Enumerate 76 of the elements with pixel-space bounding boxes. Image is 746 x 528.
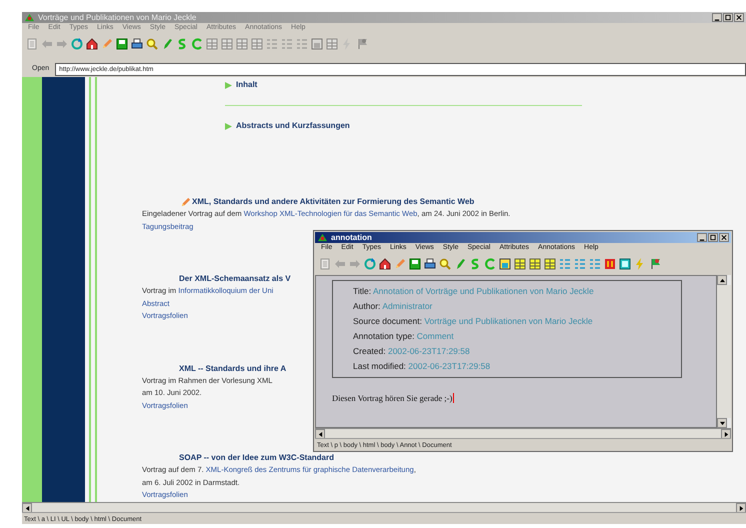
close-button[interactable] (734, 13, 744, 22)
pen-icon[interactable] (454, 258, 466, 270)
annotation-text: Diesen Vortrag hören Sie gerade ;-) (332, 392, 452, 405)
flag-icon[interactable] (356, 38, 368, 50)
nav-link[interactable]: Abstracts und Kurzfassungen (236, 120, 350, 132)
triangle-bullet-icon (225, 122, 232, 130)
metadata-row-text: Source document: Vorträge und Publikationen von Mario Jeckle (353, 315, 594, 328)
table-icon[interactable] (221, 38, 233, 50)
entry-title[interactable]: XML, Standards und andere Aktivitäten zur Formierung des Semantic Web (192, 196, 474, 208)
document-icon[interactable] (319, 258, 331, 270)
pen-icon[interactable] (161, 38, 173, 50)
right-arrow-icon[interactable] (56, 38, 68, 50)
metadata-row-text: Author: Administrator (353, 300, 434, 313)
window-title: Vorträge und Publikationen von Mario Jeckle (38, 12, 196, 24)
list-icon[interactable] (266, 38, 278, 50)
scroll-left-button[interactable] (315, 429, 325, 439)
pencil-icon[interactable] (180, 196, 191, 208)
scroll-up-arrow-icon (720, 278, 724, 282)
list-icon[interactable] (589, 258, 601, 270)
table-icon[interactable] (544, 258, 556, 270)
close-icon (720, 234, 728, 241)
list-icon[interactable] (281, 38, 293, 50)
nav-link[interactable]: Inhalt (236, 79, 258, 91)
maximize-button[interactable] (723, 13, 733, 22)
scroll-down-button[interactable] (717, 418, 727, 428)
printer-icon[interactable] (424, 258, 436, 270)
metadata-row-text: Annotation type: Comment (353, 330, 455, 343)
app-logo-icon (24, 13, 35, 22)
scroll-right-button[interactable] (721, 429, 731, 439)
left-arrow-icon[interactable] (41, 38, 53, 50)
list-icon[interactable] (559, 258, 571, 270)
close-icon (735, 14, 743, 21)
table-icon[interactable] (529, 258, 541, 270)
table-icon[interactable] (236, 38, 248, 50)
scroll-left-arrow-icon (318, 432, 322, 436)
frame-icon[interactable] (619, 258, 631, 270)
scroll-down-arrow-icon (720, 420, 724, 426)
home-icon[interactable] (86, 38, 98, 50)
right-arrow-icon[interactable] (349, 258, 361, 270)
metadata-row-text: Created: 2002-06-23T17:29:58 (353, 345, 471, 358)
scroll-right-arrow-icon (724, 432, 728, 436)
scroll-left-arrow-icon (24, 506, 30, 510)
table-icon[interactable] (251, 38, 263, 50)
triangle-bullet-icon (225, 82, 232, 88)
curve-icon[interactable] (469, 258, 481, 270)
minimize-button[interactable] (712, 13, 722, 22)
scroll-right-arrow-icon (738, 506, 744, 510)
list-icon[interactable] (574, 258, 586, 270)
entry-title[interactable]: SOAP -- von der Idee zum W3C-Standard (179, 452, 334, 464)
maximize-icon (709, 234, 717, 241)
maximize-button[interactable] (708, 233, 718, 242)
table-icon[interactable] (326, 38, 338, 50)
flag-icon[interactable] (649, 258, 661, 270)
window-title: annotation (331, 232, 372, 244)
double-bar-icon[interactable] (604, 258, 616, 270)
minimize-button[interactable] (697, 233, 707, 242)
list-icon[interactable] (296, 38, 308, 50)
table-icon[interactable] (514, 258, 526, 270)
image-icon[interactable] (499, 258, 511, 270)
metadata-row-text: Last modified: 2002-06-23T17:29:58 (353, 360, 492, 373)
document-icon[interactable] (26, 38, 38, 50)
table-icon[interactable] (206, 38, 218, 50)
home-icon[interactable] (379, 258, 391, 270)
printer-icon[interactable] (131, 38, 143, 50)
app-logo-icon (317, 233, 328, 242)
maximize-icon (724, 14, 732, 21)
scroll-up-button[interactable] (717, 275, 727, 285)
close-button[interactable] (719, 233, 729, 242)
entry-title[interactable]: XML -- Standards und ihre A (179, 362, 286, 374)
scroll-right-button[interactable] (736, 503, 746, 513)
left-arrow-icon[interactable] (334, 258, 346, 270)
scroll-left-button[interactable] (22, 503, 32, 513)
arc-icon[interactable] (191, 38, 203, 50)
curve-icon[interactable] (176, 38, 188, 50)
entry-title[interactable]: Der XML-Schemaansatz als V (179, 273, 291, 285)
metadata-row-text: Title: Annotation of Vorträge und Publikationen von Mario Jeckle (353, 285, 595, 298)
